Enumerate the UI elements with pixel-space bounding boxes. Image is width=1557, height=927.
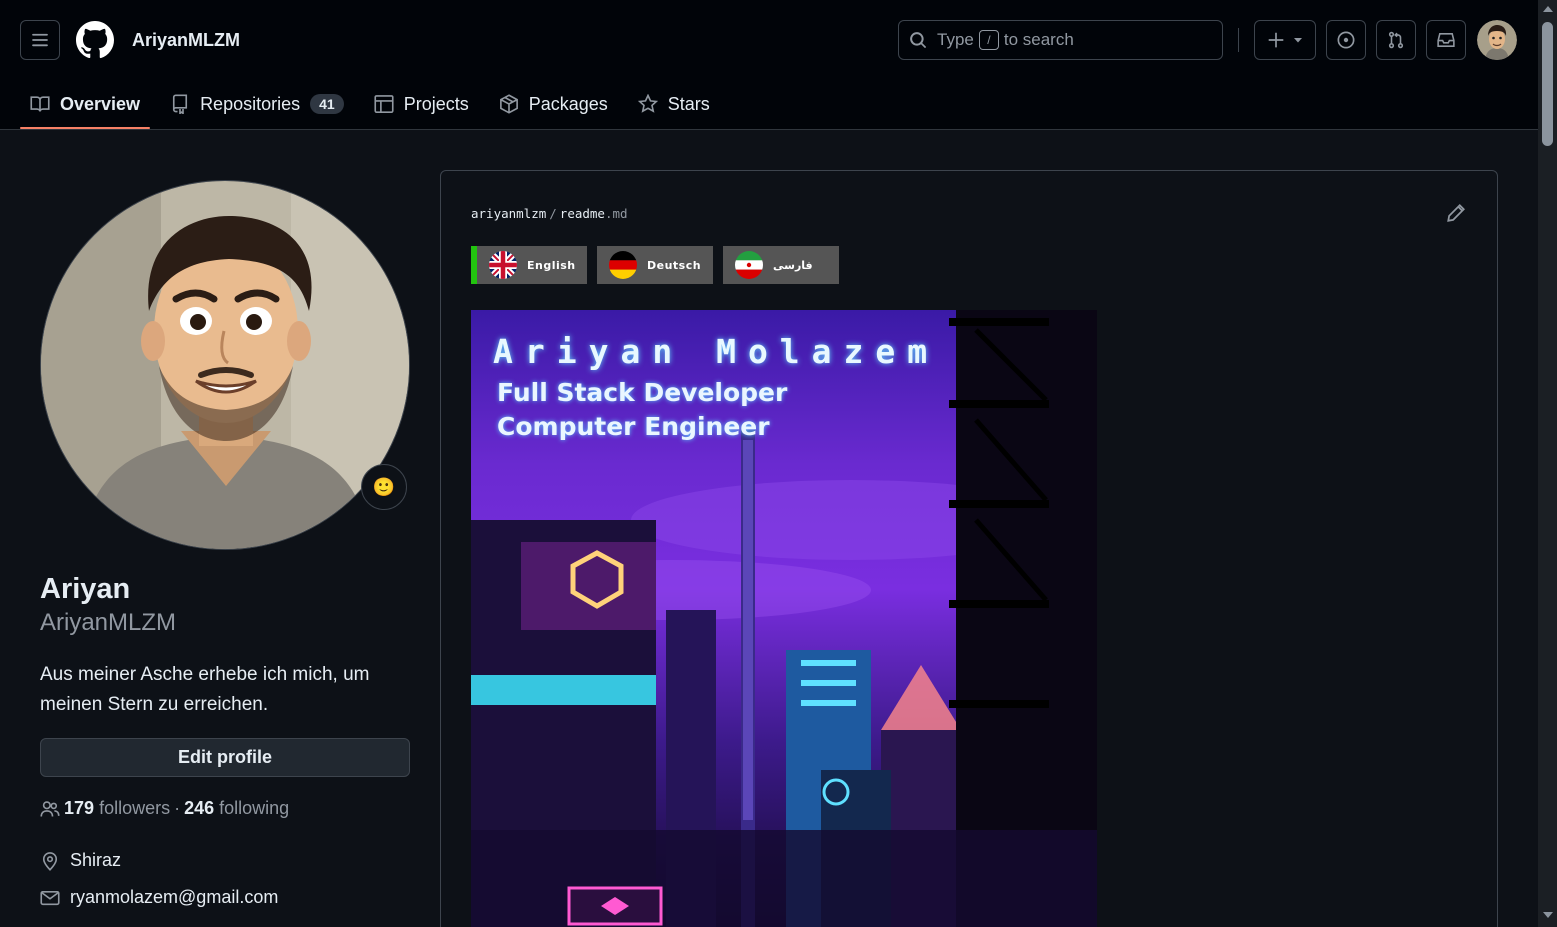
header-username-link[interactable]: AriyanMLZM — [132, 30, 240, 51]
path-slash: / — [549, 206, 557, 221]
people-icon — [40, 800, 60, 817]
language-persian-badge[interactable]: فارسی — [723, 246, 839, 284]
banner-name: Ariyan Molazem — [493, 332, 940, 371]
table-icon — [374, 95, 394, 113]
readme-file: readme — [559, 206, 605, 221]
language-label: Deutsch — [647, 258, 702, 272]
profile-readme-card: ariyanmlzm / readme.md English Deutsch فار… — [440, 170, 1498, 927]
header-divider — [1238, 28, 1239, 52]
package-icon — [499, 94, 518, 114]
tab-overview[interactable]: Overview — [20, 80, 151, 129]
triangle-down-icon — [1294, 38, 1302, 43]
tab-repositories[interactable]: Repositories 41 — [160, 80, 354, 128]
followers-label: followers — [99, 798, 171, 818]
scrollbar-thumb[interactable] — [1542, 22, 1553, 146]
issues-button[interactable] — [1326, 20, 1366, 60]
banner-line-1: Full Stack Developer — [497, 378, 788, 407]
avatar-image-icon — [1477, 20, 1517, 60]
language-label: English — [527, 258, 576, 272]
location-text: Shiraz — [70, 850, 122, 870]
language-german-badge[interactable]: Deutsch — [597, 246, 713, 284]
readme-path[interactable]: ariyanmlzm / readme.md — [471, 206, 628, 221]
github-logo-icon[interactable] — [76, 21, 114, 59]
readme-ext: .md — [604, 206, 628, 221]
pull-requests-button[interactable] — [1376, 20, 1416, 60]
readme-banner-image: Ariyan Molazem Full Stack Developer Comp… — [471, 310, 1097, 927]
git-pull-request-icon — [1388, 31, 1404, 49]
search-input[interactable]: Type / to search — [898, 20, 1223, 60]
repositories-count-badge: 41 — [310, 94, 344, 114]
banner-line-2: Computer Engineer — [497, 412, 770, 441]
header-avatar[interactable] — [1477, 20, 1517, 60]
inbox-icon — [1437, 33, 1455, 47]
search-shortcut-key: / — [978, 30, 999, 50]
tab-label: Repositories — [200, 93, 301, 114]
tab-label: Packages — [528, 93, 608, 114]
location-icon — [42, 851, 58, 871]
following-link[interactable]: 246 following — [184, 798, 289, 819]
profile-login-name: AriyanMLZM — [40, 609, 177, 636]
tab-stars[interactable]: Stars — [628, 80, 720, 128]
profile-tabs: Overview Repositories 41 Projects Packag… — [20, 80, 730, 130]
followers-link[interactable]: 179 followers — [64, 798, 170, 819]
tab-packages[interactable]: Packages — [489, 80, 618, 128]
hamburger-icon — [32, 33, 48, 47]
search-icon — [910, 32, 926, 48]
menu-button[interactable] — [20, 20, 60, 60]
scroll-down-arrow-icon[interactable] — [1543, 912, 1553, 918]
plus-icon — [1268, 32, 1284, 48]
iran-flag-icon — [735, 251, 763, 279]
avatar-portrait-icon — [41, 181, 409, 549]
followers-count: 179 — [64, 798, 95, 818]
page-scrollbar[interactable] — [1538, 0, 1557, 927]
inbox-button[interactable] — [1426, 20, 1466, 60]
smiley-icon: 🙂 — [372, 476, 396, 497]
profile-display-name: Ariyan — [40, 573, 131, 605]
germany-flag-icon — [609, 251, 637, 279]
followers-following-row: 179 followers · 246 following — [40, 798, 289, 819]
language-switcher: English Deutsch فارسی — [471, 246, 839, 284]
profile-avatar[interactable] — [40, 180, 410, 550]
tab-label: Stars — [667, 93, 710, 114]
star-icon — [637, 94, 658, 113]
tab-label: Projects — [403, 93, 469, 114]
search-prefix: Type — [937, 30, 974, 49]
search-suffix: to search — [1003, 30, 1074, 49]
language-label: فارسی — [773, 258, 813, 272]
scroll-up-arrow-icon[interactable] — [1543, 6, 1553, 12]
issue-opened-icon — [1337, 31, 1355, 49]
follow-separator: · — [174, 798, 181, 818]
email-row: ryanmolazem@gmail.com — [40, 887, 278, 908]
following-label: following — [219, 798, 290, 818]
readme-owner: ariyanmlzm — [471, 206, 547, 221]
pencil-icon[interactable] — [1446, 203, 1466, 223]
create-new-button[interactable] — [1254, 20, 1316, 60]
mail-icon — [40, 890, 60, 905]
profile-bio: Aus meiner Asche erhebe ich mich, um mei… — [40, 664, 370, 715]
book-icon — [30, 96, 50, 112]
set-status-button[interactable]: 🙂 — [361, 464, 407, 510]
global-header: AriyanMLZM Type / to search Overview Rep… — [0, 0, 1538, 130]
repo-icon — [172, 94, 188, 114]
email-link[interactable]: ryanmolazem@gmail.com — [70, 887, 278, 908]
following-count: 246 — [184, 798, 215, 818]
location-row: Shiraz — [40, 850, 121, 871]
uk-flag-icon — [489, 251, 517, 279]
tab-label: Overview — [60, 93, 141, 114]
tab-projects[interactable]: Projects — [364, 80, 479, 128]
language-english-badge[interactable]: English — [471, 246, 587, 284]
edit-profile-button[interactable]: Edit profile — [40, 738, 410, 777]
